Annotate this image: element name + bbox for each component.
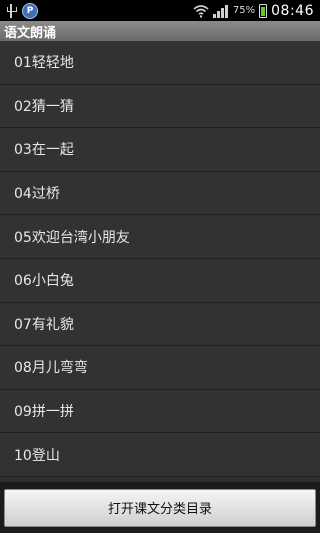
lesson-item[interactable]: 09拼一拼 <box>0 389 320 434</box>
lesson-label: 05欢迎台湾小朋友 <box>14 229 130 246</box>
lesson-item[interactable]: 07有礼貌 <box>0 302 320 347</box>
lesson-item[interactable]: 05欢迎台湾小朋友 <box>0 215 320 259</box>
lesson-item[interactable]: 08月儿弯弯 <box>0 346 320 390</box>
lesson-label: 03在一起 <box>14 142 74 159</box>
lesson-label: 09拼一拼 <box>14 404 74 421</box>
lesson-label: 08月儿弯弯 <box>14 360 88 377</box>
lesson-label: 02猜一猜 <box>14 98 74 115</box>
lesson-item[interactable]: 04过桥 <box>0 171 320 216</box>
lesson-item[interactable]: 02猜一猜 <box>0 84 320 129</box>
signal-icon <box>212 4 229 18</box>
usb-icon <box>6 3 17 18</box>
lesson-item[interactable]: 03在一起 <box>0 128 320 172</box>
open-category-button[interactable]: 打开课文分类目录 <box>4 488 316 527</box>
wifi-icon <box>193 4 209 18</box>
status-bar-right: 75% 08:46 <box>193 3 320 19</box>
status-bar: P 75% 08:46 <box>0 0 320 21</box>
app-notification-icon: P <box>22 2 38 19</box>
battery-percent: 75% <box>232 5 256 16</box>
lesson-label: 07有礼貌 <box>14 316 74 333</box>
battery-icon <box>259 3 268 18</box>
open-category-button-label: 打开课文分类目录 <box>107 502 212 517</box>
lesson-label: 01轻轻地 <box>14 55 74 72</box>
app-title-bar: 语文朗诵 <box>0 21 320 41</box>
bottom-bar: 打开课文分类目录 <box>0 482 320 533</box>
clock-time: 08:46 <box>271 2 314 19</box>
lesson-label: 10登山 <box>14 447 60 464</box>
lesson-list[interactable]: 01轻轻地 02猜一猜 03在一起 04过桥 05欢迎台湾小朋友 06小白兔 0… <box>0 41 320 479</box>
lesson-item[interactable]: 10登山 <box>0 433 320 477</box>
lesson-item[interactable]: 06小白兔 <box>0 258 320 303</box>
app-title: 语文朗诵 <box>4 25 57 41</box>
lesson-label: 04过桥 <box>14 186 60 203</box>
status-bar-left: P <box>0 2 38 19</box>
lesson-label: 06小白兔 <box>14 273 74 290</box>
lesson-item[interactable]: 01轻轻地 <box>0 41 320 85</box>
app-icon-letter: P <box>26 5 34 16</box>
